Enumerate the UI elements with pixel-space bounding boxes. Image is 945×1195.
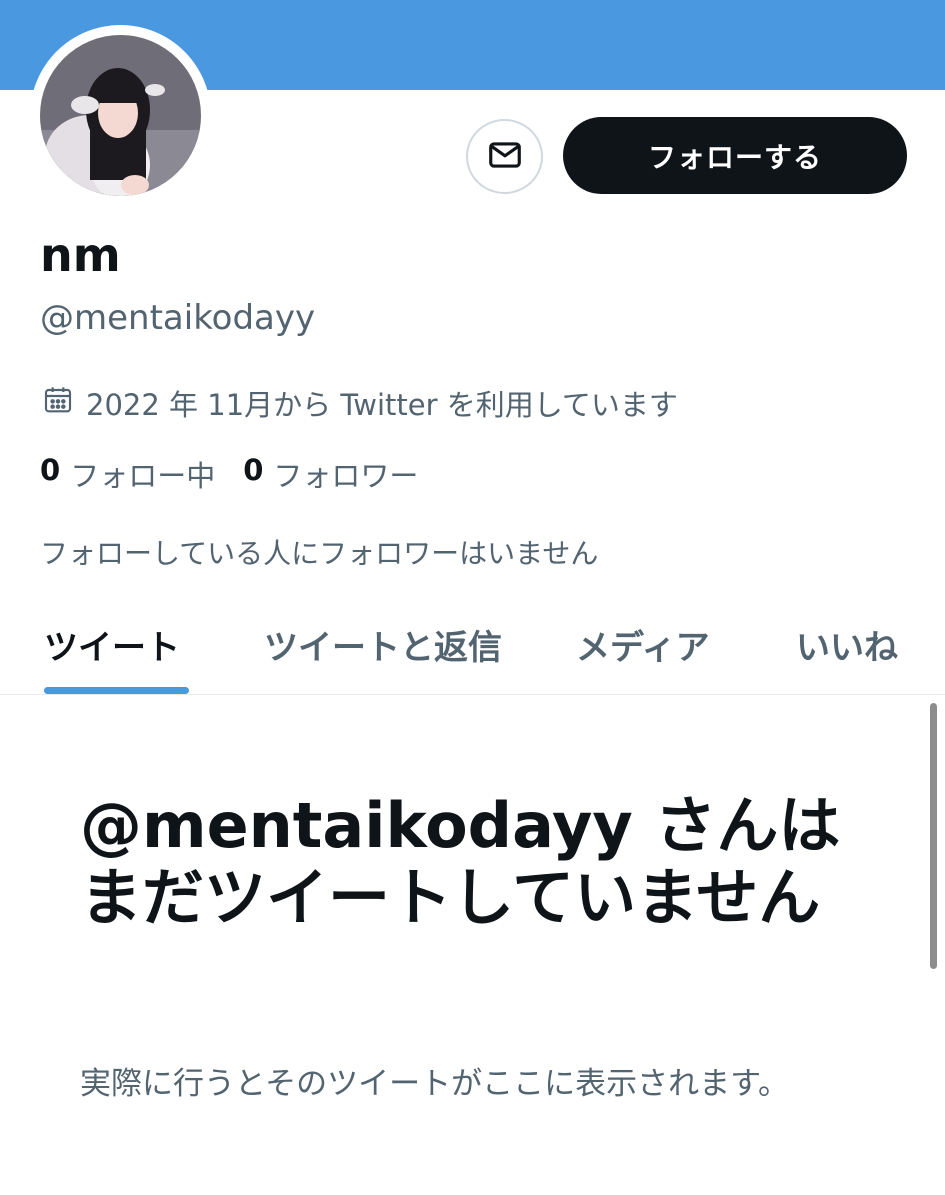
avatar[interactable]: [40, 35, 201, 196]
following-link[interactable]: 0 フォロー中: [40, 453, 215, 495]
followers-label: フォロワー: [273, 459, 419, 493]
profile-tabs: ツイート ツイートと返信 メディア いいね: [0, 600, 945, 695]
empty-state-subtitle: 実際に行うとそのツイートがここに表示されます。: [80, 1066, 789, 1102]
envelope-icon: [486, 136, 524, 178]
followers-link[interactable]: 0 フォロワー: [243, 453, 418, 495]
following-count: 0: [40, 453, 61, 487]
follow-button[interactable]: フォローする: [563, 117, 907, 194]
tab-tweets-and-replies[interactable]: ツイートと返信: [264, 620, 502, 669]
display-name: nm: [40, 228, 121, 282]
message-button[interactable]: [466, 119, 543, 194]
tab-media[interactable]: メディア: [576, 620, 710, 669]
empty-state-title: @mentaikodayy さんはまだツイートしていません: [80, 789, 841, 934]
tabs-divider: [0, 694, 945, 695]
handle: @mentaikodayy: [40, 298, 316, 338]
active-tab-indicator: [44, 687, 189, 694]
joined-date: 2022 年 11月から Twitter を利用しています: [42, 382, 678, 424]
followers-count: 0: [243, 453, 264, 487]
followed-by-note: フォローしている人にフォロワーはいません: [40, 537, 599, 570]
following-label: フォロー中: [70, 459, 216, 493]
tab-likes[interactable]: いいね: [796, 620, 898, 669]
calendar-icon: [42, 384, 86, 423]
joined-text: 2022 年 11月から Twitter を利用しています: [86, 388, 678, 422]
follow-stats: 0 フォロー中 0 フォロワー: [40, 453, 446, 495]
tab-tweets[interactable]: ツイート: [44, 620, 180, 669]
scrollbar[interactable]: [930, 703, 937, 969]
